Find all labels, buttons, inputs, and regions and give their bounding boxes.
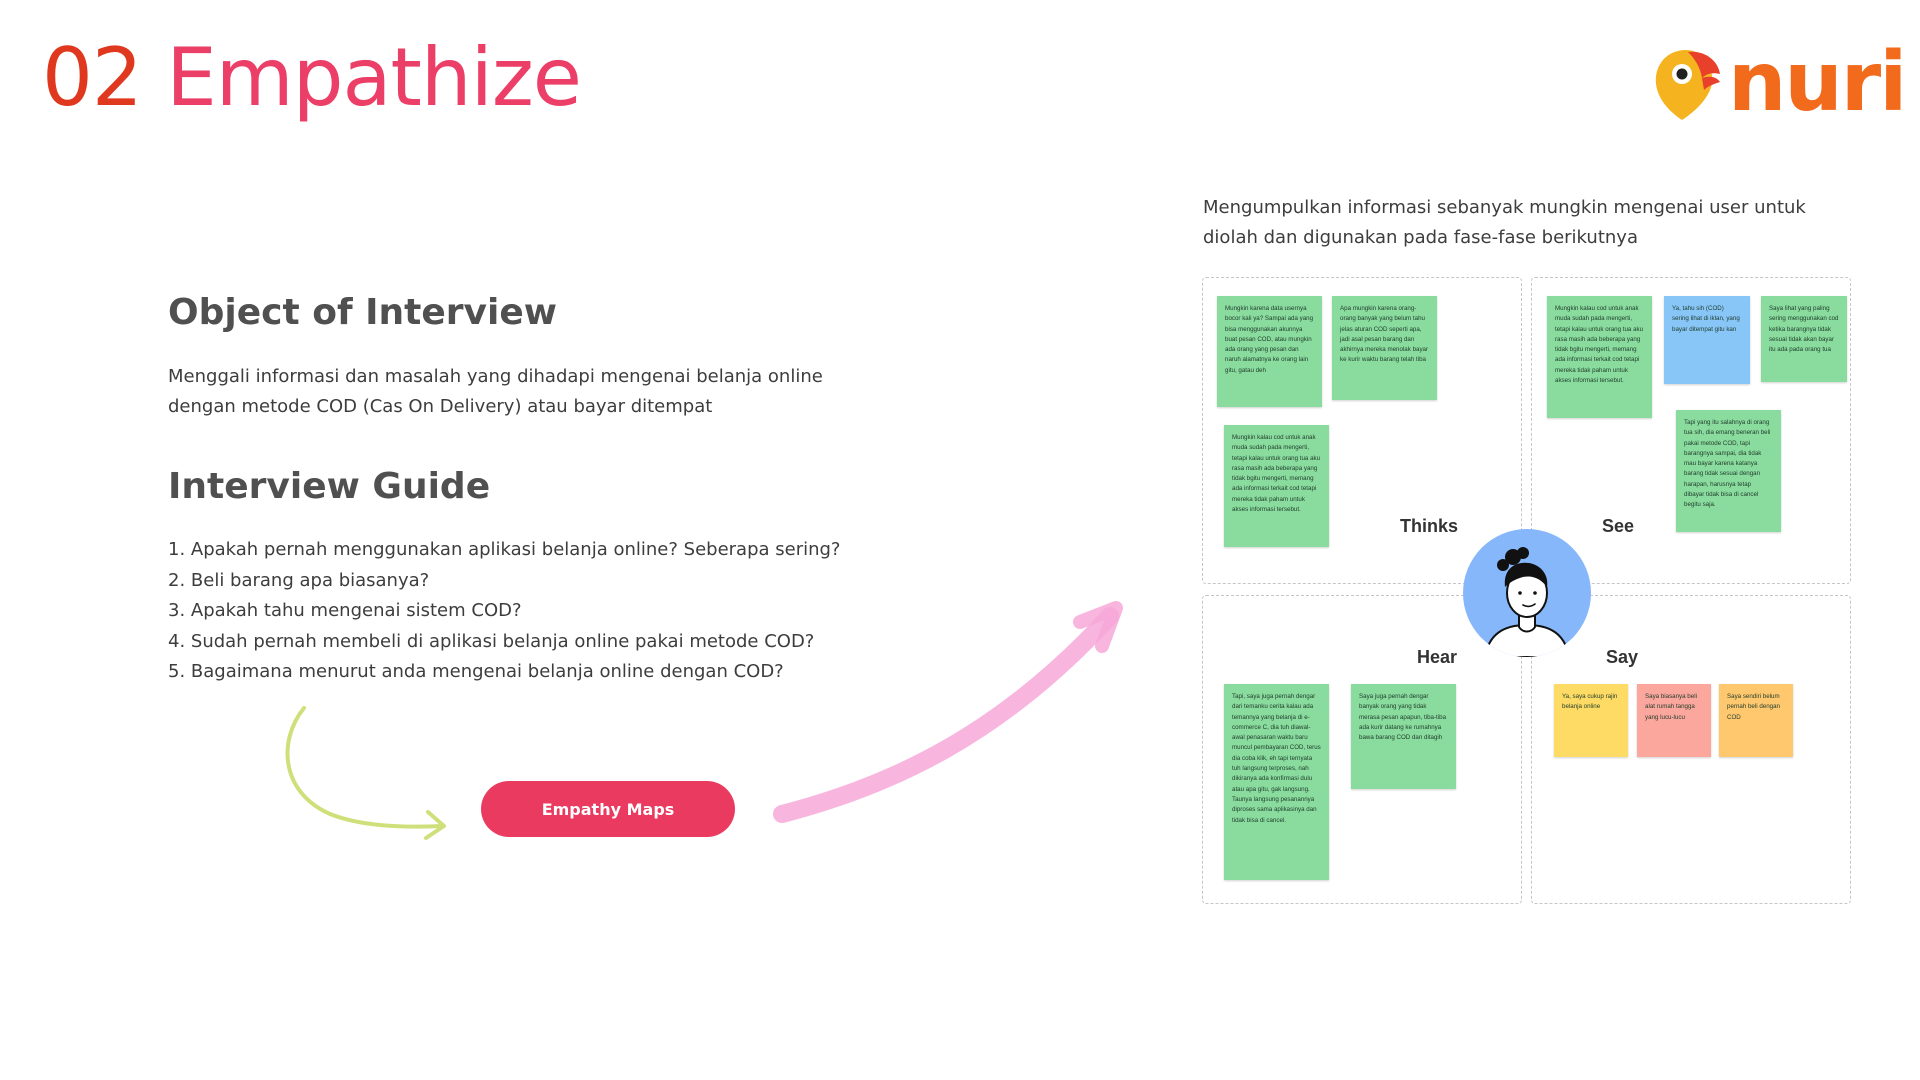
pink-arrow [773,601,1123,823]
object-interview-description: Menggali informasi dan masalah yang diha… [168,366,823,417]
person-illustration-icon [1483,547,1571,657]
interview-guide-heading: Interview Guide [168,466,491,507]
guide-item: 4. Sudah pernah membeli di aplikasi bela… [168,630,815,652]
guide-item: 5. Bagaimana menurut anda mengenai belan… [168,661,784,682]
guide-item: 2. Beli barang apa biasanya? [168,569,430,591]
interview-guide-list: 1. Apakah pernah menggunakan aplikasi be… [168,535,841,688]
empathy-maps-button[interactable]: Empathy Maps [481,781,735,837]
label-thinks: Thinks [1400,516,1459,536]
user-avatar [1463,529,1591,657]
sticky-note: Saya biasanya beli alat rumah tangga yan… [1637,684,1711,757]
title-number: 02 [42,31,143,124]
nuri-logo: nuri [1648,42,1907,132]
empathy-intro: Mengumpulkan informasi sebanyak mungkin … [1203,197,1806,248]
sticky-note: Ya, saya cukup rajin belanja online [1554,684,1628,757]
sticky-note: Mungkin kalau cod untuk anak muda sudah … [1224,425,1329,547]
sticky-note: Mungkin karena data usernya bocor kali y… [1217,296,1322,407]
sticky-note: Tapi yang itu salahnya di orang tua sih,… [1676,410,1781,532]
label-see: See [1602,516,1635,536]
title-word: Empathize [166,31,582,124]
label-say: Say [1606,647,1639,667]
guide-item: 3. Apakah tahu mengenai sistem COD? [168,600,522,621]
object-interview-heading: Object of Interview [168,292,558,333]
page-title: 02 Empathize [42,38,582,118]
parrot-icon [1655,50,1720,120]
sticky-note: Mungkin kalau cod untuk anak muda sudah … [1547,296,1652,418]
sticky-note: Apa mungkin karena orang-orang banyak ya… [1332,296,1437,400]
sticky-note: Saya sendiri belum pernah beli dengan CO… [1719,684,1793,757]
guide-item: 1. Apakah pernah menggunakan aplikasi be… [168,539,841,560]
sticky-note: Ya, tahu sih (COD) sering lihat di iklan… [1664,296,1750,384]
sticky-note: Tapi, saya juga pernah dengar dari teman… [1224,684,1329,880]
green-arrow [285,706,446,840]
sticky-note: Saya juga pernah dengar banyak orang yan… [1351,684,1456,789]
sticky-note: Saya lihat yang paling sering menggunaka… [1761,296,1847,382]
logo-text: nuri [1728,35,1907,130]
label-hear: Hear [1417,647,1458,667]
